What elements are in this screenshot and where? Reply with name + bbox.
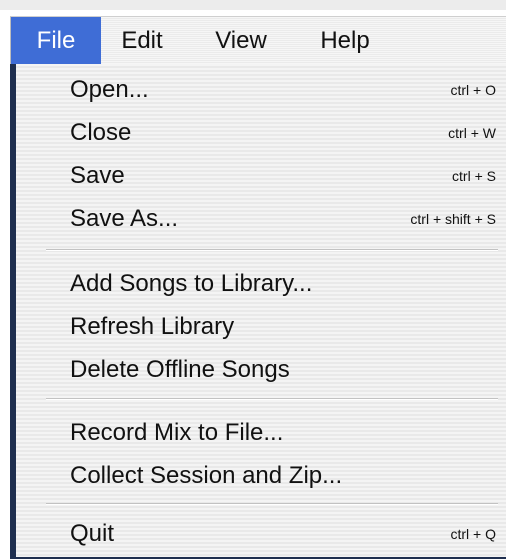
- menu-help[interactable]: Help: [299, 17, 391, 64]
- menu-item-save[interactable]: Save ctrl + S: [16, 158, 502, 194]
- menu-separator: [46, 249, 498, 251]
- menu-item-delete-offline-songs[interactable]: Delete Offline Songs: [16, 352, 502, 388]
- menu-view[interactable]: View: [183, 17, 299, 64]
- menu-item-shortcut: ctrl + shift + S: [410, 211, 496, 227]
- menu-bar: File Edit View Help: [10, 16, 506, 64]
- window-top-strip: [0, 0, 506, 10]
- menu-item-open[interactable]: Open... ctrl + O: [16, 72, 502, 108]
- menu-item-shortcut: ctrl + W: [448, 125, 496, 141]
- menu-item-quit[interactable]: Quit ctrl + Q: [16, 516, 502, 552]
- menu-item-label: Close: [70, 119, 132, 146]
- menu-separator: [46, 503, 498, 505]
- menu-item-label: Add Songs to Library...: [70, 270, 313, 297]
- menu-item-save-as[interactable]: Save As... ctrl + shift + S: [16, 201, 502, 237]
- menu-item-label: Save: [70, 162, 125, 189]
- menu-item-refresh-library[interactable]: Refresh Library: [16, 309, 502, 345]
- menu-item-label: Record Mix to File...: [70, 419, 284, 446]
- menu-item-collect-session[interactable]: Collect Session and Zip...: [16, 458, 502, 494]
- menu-item-add-songs[interactable]: Add Songs to Library...: [16, 266, 502, 302]
- app-screen: File Edit View Help Open... ctrl + O Clo…: [0, 0, 506, 559]
- menu-file[interactable]: File: [11, 17, 101, 64]
- menu-item-label: Save As...: [70, 205, 179, 232]
- menu-item-label: Delete Offline Songs: [70, 356, 290, 383]
- menu-edit[interactable]: Edit: [101, 17, 183, 64]
- menu-item-label: Collect Session and Zip...: [70, 462, 343, 489]
- menu-item-label: Open...: [70, 76, 149, 103]
- menu-separator: [46, 398, 498, 400]
- menu-item-shortcut: ctrl + S: [452, 168, 496, 184]
- menu-item-record-mix[interactable]: Record Mix to File...: [16, 415, 502, 451]
- menu-item-label: Quit: [70, 520, 115, 547]
- menu-item-shortcut: ctrl + O: [450, 82, 496, 98]
- file-menu-dropdown: Open... ctrl + O Close ctrl + W Save ctr…: [10, 64, 506, 559]
- menu-item-close[interactable]: Close ctrl + W: [16, 115, 502, 151]
- menu-item-label: Refresh Library: [70, 313, 235, 340]
- menu-item-shortcut: ctrl + Q: [450, 526, 496, 542]
